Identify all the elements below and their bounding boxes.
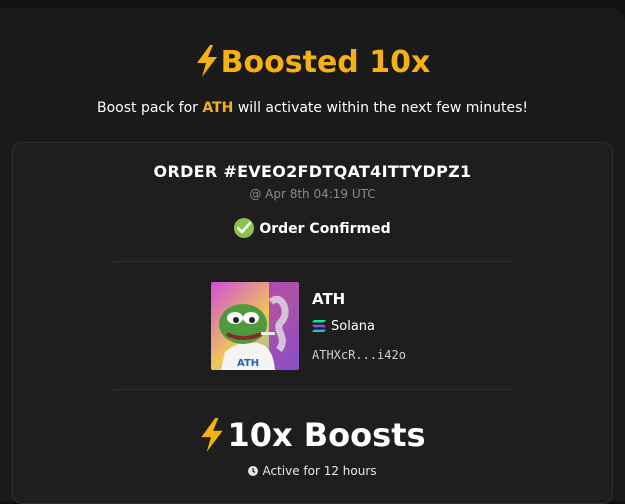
boost-subtitle: Boost pack for ATH will activate within … [0, 98, 625, 118]
divider [113, 261, 513, 262]
lightning-icon [199, 418, 225, 461]
subtitle-suffix: will activate within the next few minute… [233, 100, 529, 116]
divider [113, 389, 513, 390]
boost-count: 10x Boosts [13, 415, 612, 461]
token-address[interactable]: ATHXcR...i42o [312, 348, 406, 362]
check-circle-icon [234, 218, 255, 238]
solana-icon [312, 320, 326, 336]
token-name: ATH [312, 290, 346, 308]
svg-text:ATH: ATH [237, 358, 259, 369]
order-id: ORDER #EVEO2FDTQAT4ITTYDPZ1 [153, 162, 472, 181]
pepe-token-image[interactable]: ATH [211, 282, 299, 370]
order-status-text: Order Confirmed [259, 221, 391, 237]
boost-title-text: Boosted 10x [220, 45, 431, 80]
token-chain: Solana [312, 319, 375, 336]
order-status: Order Confirmed [13, 218, 612, 238]
clock-icon [248, 465, 259, 479]
boost-count-label: 10x Boosts [227, 416, 426, 454]
boost-confirmation-panel: Boosted 10x Boost pack for ATH will acti… [0, 8, 625, 504]
token-chain-label: Solana [331, 319, 375, 334]
lightning-icon [195, 45, 219, 87]
boost-duration-text: Active for 12 hours [262, 464, 377, 478]
boost-duration: Active for 12 hours [13, 464, 612, 479]
boost-title: Boosted 10x [0, 44, 625, 87]
order-card: ORDER #EVEO2FDTQAT4ITTYDPZ1 @ Apr 8th 04… [12, 142, 613, 504]
subtitle-prefix: Boost pack for [96, 100, 203, 116]
order-date: @ Apr 8th 04:19 UTC [249, 187, 376, 201]
subtitle-token-symbol: ATH [202, 100, 234, 116]
